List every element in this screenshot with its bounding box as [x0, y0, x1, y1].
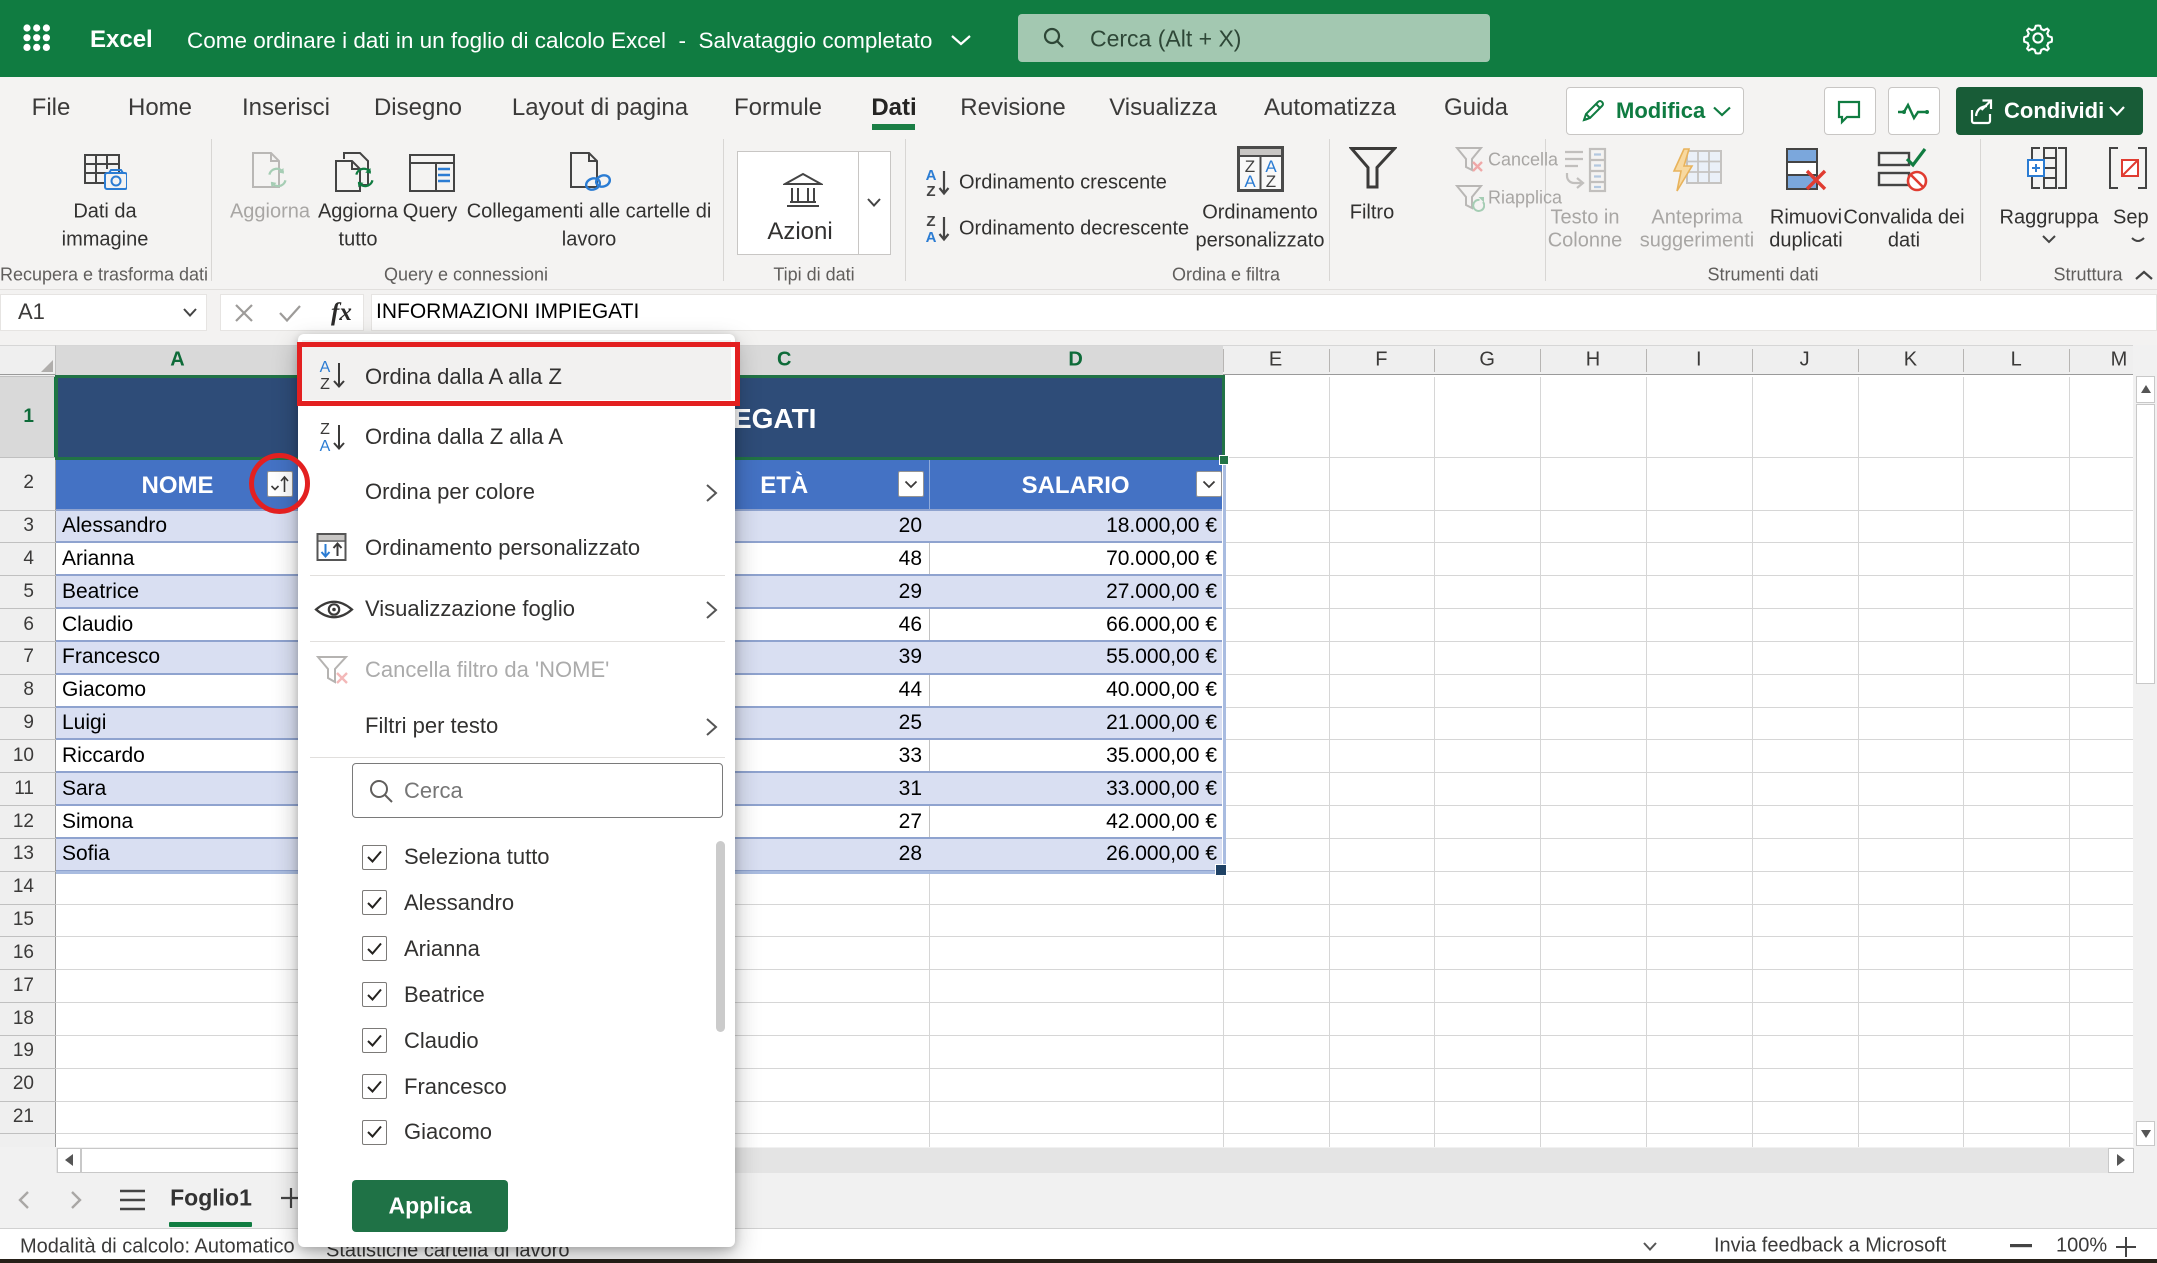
svg-text:A: A — [926, 229, 937, 245]
svg-text:Z: Z — [1266, 172, 1276, 191]
svg-text:A: A — [926, 167, 937, 184]
svg-text:Z: Z — [320, 421, 330, 438]
svg-text:A: A — [1244, 172, 1256, 191]
svg-text:Z: Z — [926, 183, 935, 199]
svg-text:A: A — [320, 438, 331, 454]
svg-text:Z: Z — [926, 213, 935, 230]
